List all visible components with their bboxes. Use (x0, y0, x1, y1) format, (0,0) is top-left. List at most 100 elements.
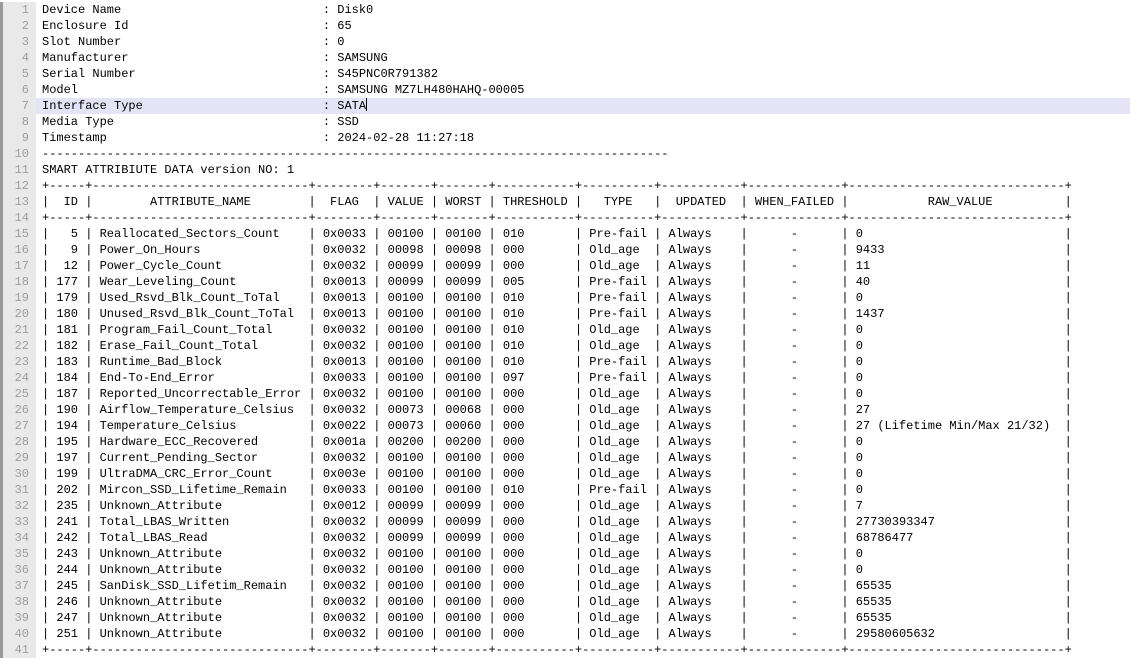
line-number: 22 (0, 338, 36, 354)
editor-line: 15| 5 | Reallocated_Sectors_Count | 0x00… (0, 226, 1130, 242)
line-text[interactable]: | 245 | SanDisk_SSD_Lifetim_Remain | 0x0… (36, 578, 1130, 594)
line-text[interactable]: Manufacturer : SAMSUNG (36, 50, 1130, 66)
line-text[interactable]: | 197 | Current_Pending_Sector | 0x0032 … (36, 450, 1130, 466)
line-text[interactable]: | 184 | End-To-End_Error | 0x0033 | 0010… (36, 370, 1130, 386)
line-text[interactable]: | 243 | Unknown_Attribute | 0x0032 | 001… (36, 546, 1130, 562)
line-number: 39 (0, 610, 36, 626)
line-text[interactable]: | 187 | Reported_Uncorrectable_Error | 0… (36, 386, 1130, 402)
line-number: 31 (0, 482, 36, 498)
line-text[interactable]: | 9 | Power_On_Hours | 0x0032 | 00098 | … (36, 242, 1130, 258)
line-text[interactable]: Device Name : Disk0 (36, 2, 1130, 18)
line-number: 24 (0, 370, 36, 386)
line-text[interactable]: | 247 | Unknown_Attribute | 0x0032 | 001… (36, 610, 1130, 626)
line-text[interactable]: Timestamp : 2024-02-28 11:27:18 (36, 130, 1130, 146)
line-text[interactable]: +-----+------------------------------+--… (36, 642, 1130, 658)
line-text[interactable]: | 182 | Erase_Fail_Count_Total | 0x0032 … (36, 338, 1130, 354)
editor-line: 6Model : SAMSUNG MZ7LH480HAHQ-00005 (0, 82, 1130, 98)
line-number: 41 (0, 642, 36, 658)
line-text[interactable]: Interface Type : SATA (36, 98, 1130, 114)
line-text[interactable]: | 180 | Unused_Rsvd_Blk_Count_ToTal | 0x… (36, 306, 1130, 322)
editor-line: 39| 247 | Unknown_Attribute | 0x0032 | 0… (0, 610, 1130, 626)
line-text[interactable]: | 177 | Wear_Leveling_Count | 0x0013 | 0… (36, 274, 1130, 290)
editor-line: 30| 199 | UltraDMA_CRC_Error_Count | 0x0… (0, 466, 1130, 482)
editor-line: 8Media Type : SSD (0, 114, 1130, 130)
line-text[interactable]: Media Type : SSD (36, 114, 1130, 130)
line-number: 23 (0, 354, 36, 370)
line-text[interactable]: | 195 | Hardware_ECC_Recovered | 0x001a … (36, 434, 1130, 450)
line-number: 18 (0, 274, 36, 290)
line-text[interactable]: Slot Number : 0 (36, 34, 1130, 50)
line-text[interactable]: Enclosure Id : 65 (36, 18, 1130, 34)
line-text[interactable]: | 241 | Total_LBAS_Written | 0x0032 | 00… (36, 514, 1130, 530)
line-number: 4 (0, 50, 36, 66)
editor-line: 29| 197 | Current_Pending_Sector | 0x003… (0, 450, 1130, 466)
editor-line: 20| 180 | Unused_Rsvd_Blk_Count_ToTal | … (0, 306, 1130, 322)
line-text[interactable]: +-----+------------------------------+--… (36, 210, 1130, 226)
line-number: 35 (0, 546, 36, 562)
line-text[interactable]: | 194 | Temperature_Celsius | 0x0022 | 0… (36, 418, 1130, 434)
line-number: 1 (0, 2, 36, 18)
line-number: 7 (0, 98, 36, 114)
editor-line: 3Slot Number : 0 (0, 34, 1130, 50)
line-text[interactable]: Serial Number : S45PNC0R791382 (36, 66, 1130, 82)
line-text[interactable]: | 179 | Used_Rsvd_Blk_Count_ToTal | 0x00… (36, 290, 1130, 306)
editor-line: 12+-----+------------------------------+… (0, 178, 1130, 194)
editor-line: 34| 242 | Total_LBAS_Read | 0x0032 | 000… (0, 530, 1130, 546)
line-number: 37 (0, 578, 36, 594)
line-number: 30 (0, 466, 36, 482)
line-number: 15 (0, 226, 36, 242)
line-number: 14 (0, 210, 36, 226)
line-number: 40 (0, 626, 36, 642)
line-text[interactable]: | ID | ATTRIBUTE_NAME | FLAG | VALUE | W… (36, 194, 1130, 210)
line-text[interactable]: | 199 | UltraDMA_CRC_Error_Count | 0x003… (36, 466, 1130, 482)
line-text[interactable]: Model : SAMSUNG MZ7LH480HAHQ-00005 (36, 82, 1130, 98)
line-number: 13 (0, 194, 36, 210)
line-number: 26 (0, 402, 36, 418)
editor-line: 38| 246 | Unknown_Attribute | 0x0032 | 0… (0, 594, 1130, 610)
editor-line: 18| 177 | Wear_Leveling_Count | 0x0013 |… (0, 274, 1130, 290)
line-text[interactable]: | 242 | Total_LBAS_Read | 0x0032 | 00099… (36, 530, 1130, 546)
line-number: 29 (0, 450, 36, 466)
line-text[interactable]: | 190 | Airflow_Temperature_Celsius | 0x… (36, 402, 1130, 418)
line-number: 27 (0, 418, 36, 434)
line-number: 2 (0, 18, 36, 34)
editor-line: 25| 187 | Reported_Uncorrectable_Error |… (0, 386, 1130, 402)
line-number: 34 (0, 530, 36, 546)
editor-line-current: 7Interface Type : SATA (0, 98, 1130, 114)
line-text[interactable]: | 246 | Unknown_Attribute | 0x0032 | 001… (36, 594, 1130, 610)
line-text[interactable]: | 202 | Mircon_SSD_Lifetime_Remain | 0x0… (36, 482, 1130, 498)
line-number: 25 (0, 386, 36, 402)
editor-line: 16| 9 | Power_On_Hours | 0x0032 | 00098 … (0, 242, 1130, 258)
line-number: 10 (0, 146, 36, 162)
line-number: 12 (0, 178, 36, 194)
line-text[interactable]: | 235 | Unknown_Attribute | 0x0012 | 000… (36, 498, 1130, 514)
editor-line: 35| 243 | Unknown_Attribute | 0x0032 | 0… (0, 546, 1130, 562)
line-number: 20 (0, 306, 36, 322)
editor-line: 9Timestamp : 2024-02-28 11:27:18 (0, 130, 1130, 146)
line-text[interactable]: | 5 | Reallocated_Sectors_Count | 0x0033… (36, 226, 1130, 242)
editor-line: 32| 235 | Unknown_Attribute | 0x0012 | 0… (0, 498, 1130, 514)
line-number: 5 (0, 66, 36, 82)
line-text[interactable]: | 183 | Runtime_Bad_Block | 0x0013 | 001… (36, 354, 1130, 370)
line-text[interactable]: | 181 | Program_Fail_Count_Total | 0x003… (36, 322, 1130, 338)
line-number: 28 (0, 434, 36, 450)
line-text[interactable]: SMART ATTRIBIUTE DATA version NO: 1 (36, 162, 1130, 178)
line-text[interactable]: ----------------------------------------… (36, 146, 1130, 162)
editor-line: 40| 251 | Unknown_Attribute | 0x0032 | 0… (0, 626, 1130, 642)
line-text[interactable]: | 251 | Unknown_Attribute | 0x0032 | 001… (36, 626, 1130, 642)
line-text[interactable]: | 244 | Unknown_Attribute | 0x0032 | 001… (36, 562, 1130, 578)
editor-line: 27| 194 | Temperature_Celsius | 0x0022 |… (0, 418, 1130, 434)
editor-line: 17| 12 | Power_Cycle_Count | 0x0032 | 00… (0, 258, 1130, 274)
line-number: 21 (0, 322, 36, 338)
line-number: 9 (0, 130, 36, 146)
line-text[interactable]: +-----+------------------------------+--… (36, 178, 1130, 194)
line-number: 8 (0, 114, 36, 130)
editor-line: 4Manufacturer : SAMSUNG (0, 50, 1130, 66)
line-number: 3 (0, 34, 36, 50)
editor-line: 24| 184 | End-To-End_Error | 0x0033 | 00… (0, 370, 1130, 386)
editor-line: 1Device Name : Disk0 (0, 2, 1130, 18)
line-number: 17 (0, 258, 36, 274)
line-text[interactable]: | 12 | Power_Cycle_Count | 0x0032 | 0009… (36, 258, 1130, 274)
editor-line: 36| 244 | Unknown_Attribute | 0x0032 | 0… (0, 562, 1130, 578)
line-number: 19 (0, 290, 36, 306)
